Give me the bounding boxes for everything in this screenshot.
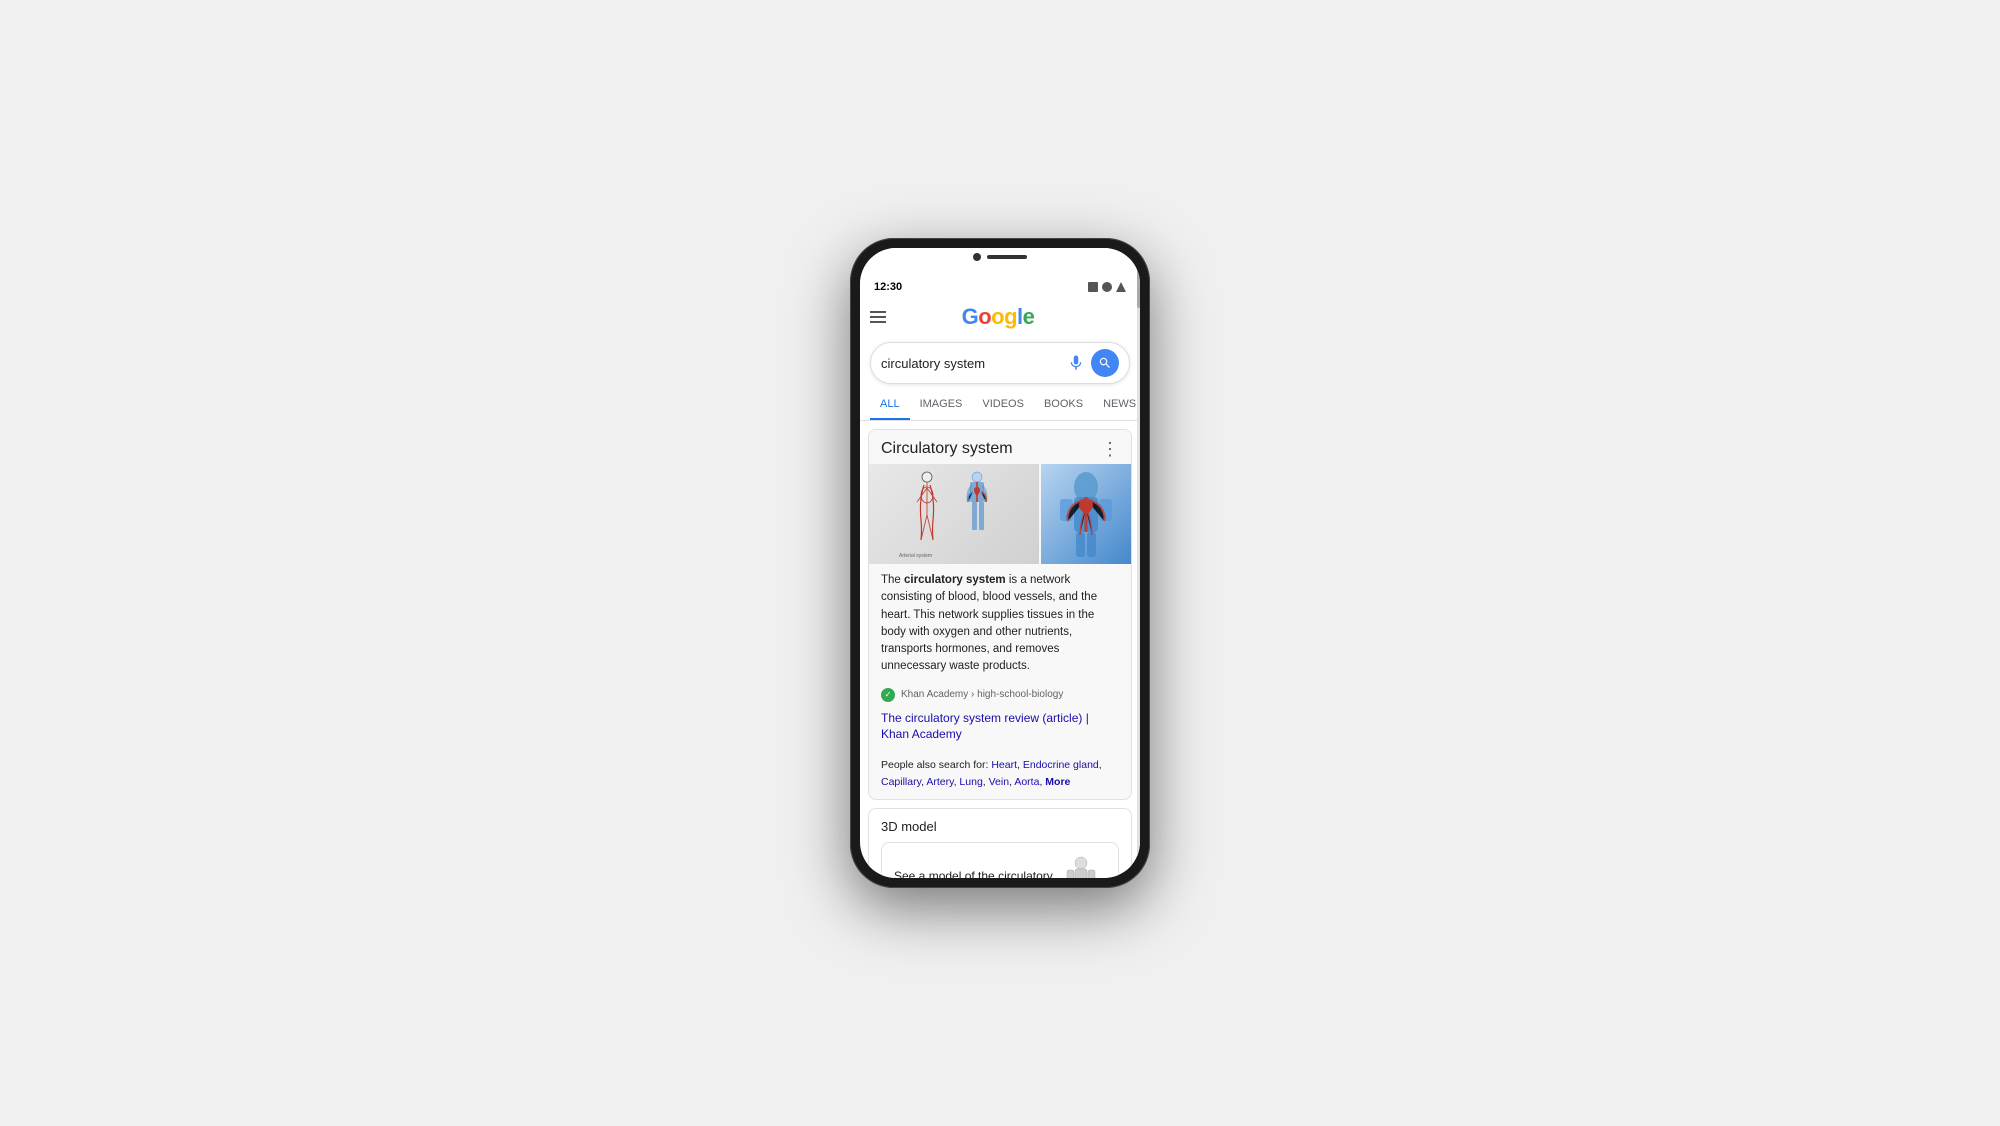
scroll-content[interactable]: G o o g l e circulatory system xyxy=(860,298,1140,878)
search-bar[interactable]: circulatory system xyxy=(870,342,1130,384)
kp-bold-term: circulatory system xyxy=(904,574,1006,586)
hamburger-line-3 xyxy=(870,321,886,323)
kp-article-link[interactable]: The circulatory system review (article) … xyxy=(869,706,1131,754)
tab-all[interactable]: ALL xyxy=(870,390,910,420)
circulatory-colored-svg xyxy=(1046,467,1126,562)
speaker-bar xyxy=(987,255,1027,259)
tab-news[interactable]: NEWS xyxy=(1093,390,1140,420)
logo-house-container: g xyxy=(1004,304,1017,330)
kp-header: Circulatory system ⋮ xyxy=(869,430,1131,464)
also-search-more[interactable]: More xyxy=(1045,776,1070,788)
scroll-indicator xyxy=(1137,248,1140,878)
google-logo: G o o g l e xyxy=(962,304,1035,330)
kp-also-search: People also search for: Heart, Endocrine… xyxy=(869,753,1131,799)
also-search-artery[interactable]: Artery xyxy=(926,776,953,788)
kp-source: ✓ Khan Academy › high-school-biology xyxy=(869,684,1131,706)
kp-images: Arterial system xyxy=(869,464,1131,564)
3d-model-card[interactable]: See a model of the circulatory system xyxy=(881,842,1119,878)
tab-books[interactable]: BOOKS xyxy=(1034,390,1093,420)
anatomy-diagram-svg: Arterial system xyxy=(894,467,1014,562)
kp-description: The circulatory system is a network cons… xyxy=(869,572,1131,684)
phone-device: 12:30 G o o xyxy=(850,238,1150,888)
hamburger-line-2 xyxy=(870,316,886,318)
3d-model-text: See a model of the circulatory system xyxy=(894,869,1056,878)
3d-model-thumbnail xyxy=(1056,853,1106,878)
kp-more-button[interactable]: ⋮ xyxy=(1101,440,1119,458)
3d-model-icon xyxy=(1061,855,1101,878)
logo-g2: g xyxy=(1004,304,1017,329)
source-verified-icon: ✓ xyxy=(881,688,895,702)
camera-area xyxy=(973,253,1027,261)
kp-image-anatomy[interactable]: Arterial system xyxy=(869,464,1039,564)
knowledge-panel: Circulatory system ⋮ xyxy=(868,429,1132,800)
battery-icon xyxy=(1116,282,1126,292)
status-bar: 12:30 xyxy=(860,276,1140,298)
tabs-bar: ALL IMAGES VIDEOS BOOKS NEWS MAPS xyxy=(860,390,1140,421)
source-name: Khan Academy › high-school-biology xyxy=(901,689,1063,700)
also-search-aorta[interactable]: Aorta xyxy=(1014,776,1039,788)
google-header: G o o g l e xyxy=(860,298,1140,336)
section-3d: 3D model See a model of the circulatory … xyxy=(868,808,1132,878)
also-search-heart[interactable]: Heart xyxy=(991,759,1017,771)
scroll-indicator-bar xyxy=(1137,268,1140,308)
svg-text:Arterial system: Arterial system xyxy=(899,553,932,559)
time-display: 12:30 xyxy=(874,281,902,293)
logo-g: G xyxy=(962,304,979,330)
status-icons xyxy=(1088,282,1126,292)
kp-title: Circulatory system xyxy=(881,440,1013,458)
also-search-lung[interactable]: Lung xyxy=(959,776,982,788)
logo-o1: o xyxy=(978,304,991,330)
hamburger-menu[interactable] xyxy=(870,311,886,323)
search-icon xyxy=(1098,356,1112,370)
tab-videos[interactable]: VIDEOS xyxy=(972,390,1034,420)
kp-desc-text: is a network consisting of blood, blood … xyxy=(881,574,1097,672)
logo-o2: o xyxy=(991,304,1004,330)
tab-images[interactable]: IMAGES xyxy=(910,390,973,420)
also-search-vein[interactable]: Vein xyxy=(989,776,1009,788)
signal-icon xyxy=(1088,282,1098,292)
search-button[interactable] xyxy=(1091,349,1119,377)
notch-area xyxy=(860,248,1140,276)
microphone-icon[interactable] xyxy=(1067,354,1085,372)
search-query-text: circulatory system xyxy=(881,356,1067,371)
kp-image-colored[interactable] xyxy=(1041,464,1131,564)
wifi-icon xyxy=(1102,282,1112,292)
logo-e: e xyxy=(1023,304,1035,330)
phone-screen: 12:30 G o o xyxy=(860,248,1140,878)
3d-model-title: 3D model xyxy=(881,819,1119,834)
search-bar-container: circulatory system xyxy=(860,336,1140,390)
camera-dot xyxy=(973,253,981,261)
hamburger-line-1 xyxy=(870,311,886,313)
also-search-endocrine[interactable]: Endocrine gland xyxy=(1023,759,1099,771)
also-search-capillary[interactable]: Capillary xyxy=(881,776,921,788)
also-search-label: People also search for: xyxy=(881,759,988,771)
